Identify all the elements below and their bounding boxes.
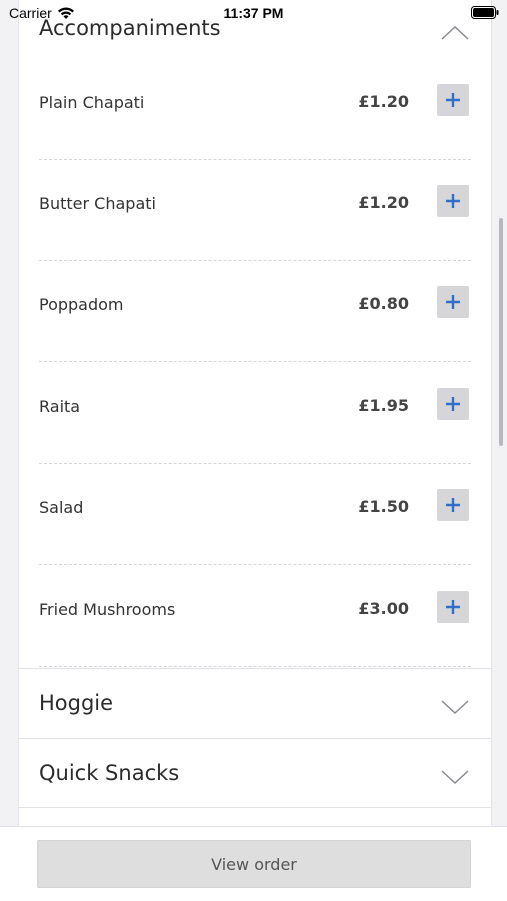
list-item: Poppadom £0.80 xyxy=(39,286,471,396)
section-header-quick-snacks[interactable]: Quick Snacks xyxy=(19,738,491,807)
list-item: Raita £1.95 xyxy=(39,388,471,498)
plus-icon xyxy=(446,600,460,614)
view-order-button[interactable]: View order xyxy=(37,840,471,888)
scrollbar[interactable] xyxy=(499,218,503,446)
item-price: £1.50 xyxy=(358,497,409,516)
divider xyxy=(39,260,471,261)
add-item-button[interactable] xyxy=(437,185,469,217)
item-name: Plain Chapati xyxy=(39,93,145,112)
clock: 11:37 PM xyxy=(223,5,284,21)
divider xyxy=(39,159,471,160)
divider xyxy=(39,666,471,667)
item-price: £0.80 xyxy=(358,294,409,313)
item-price: £1.20 xyxy=(358,193,409,212)
add-item-button[interactable] xyxy=(437,591,469,623)
item-name: Fried Mushrooms xyxy=(39,600,176,619)
divider xyxy=(39,463,471,464)
section-title: Quick Snacks xyxy=(39,761,180,785)
item-name: Poppadom xyxy=(39,295,124,314)
plus-icon xyxy=(446,93,460,107)
item-price: £1.95 xyxy=(358,396,409,415)
battery-icon xyxy=(471,6,499,19)
list-item: Butter Chapati £1.20 xyxy=(39,185,471,295)
list-item: Plain Chapati £1.20 xyxy=(39,84,471,194)
section-title: Hoggie xyxy=(39,691,114,715)
bottom-bar: View order xyxy=(0,826,507,901)
plus-icon xyxy=(446,498,460,512)
status-bar: Carrier 11:37 PM xyxy=(0,0,507,26)
plus-icon xyxy=(446,194,460,208)
section-header-hoggie[interactable]: Hoggie xyxy=(19,668,491,737)
plus-icon xyxy=(446,295,460,309)
item-name: Raita xyxy=(39,397,81,416)
list-item: Salad £1.50 xyxy=(39,489,471,599)
divider xyxy=(39,564,471,565)
item-price: £1.20 xyxy=(358,92,409,111)
menu-card: Accompaniments Plain Chapati £1.20 Butte… xyxy=(18,0,492,830)
item-price: £3.00 xyxy=(358,599,409,618)
item-name: Butter Chapati xyxy=(39,194,156,213)
add-item-button[interactable] xyxy=(437,489,469,521)
chevron-up-icon[interactable] xyxy=(441,25,469,41)
chevron-down-icon[interactable] xyxy=(441,699,469,715)
divider xyxy=(39,361,471,362)
chevron-down-icon[interactable] xyxy=(441,769,469,785)
item-name: Salad xyxy=(39,498,84,517)
add-item-button[interactable] xyxy=(437,286,469,318)
add-item-button[interactable] xyxy=(437,388,469,420)
add-item-button[interactable] xyxy=(437,84,469,116)
plus-icon xyxy=(446,397,460,411)
